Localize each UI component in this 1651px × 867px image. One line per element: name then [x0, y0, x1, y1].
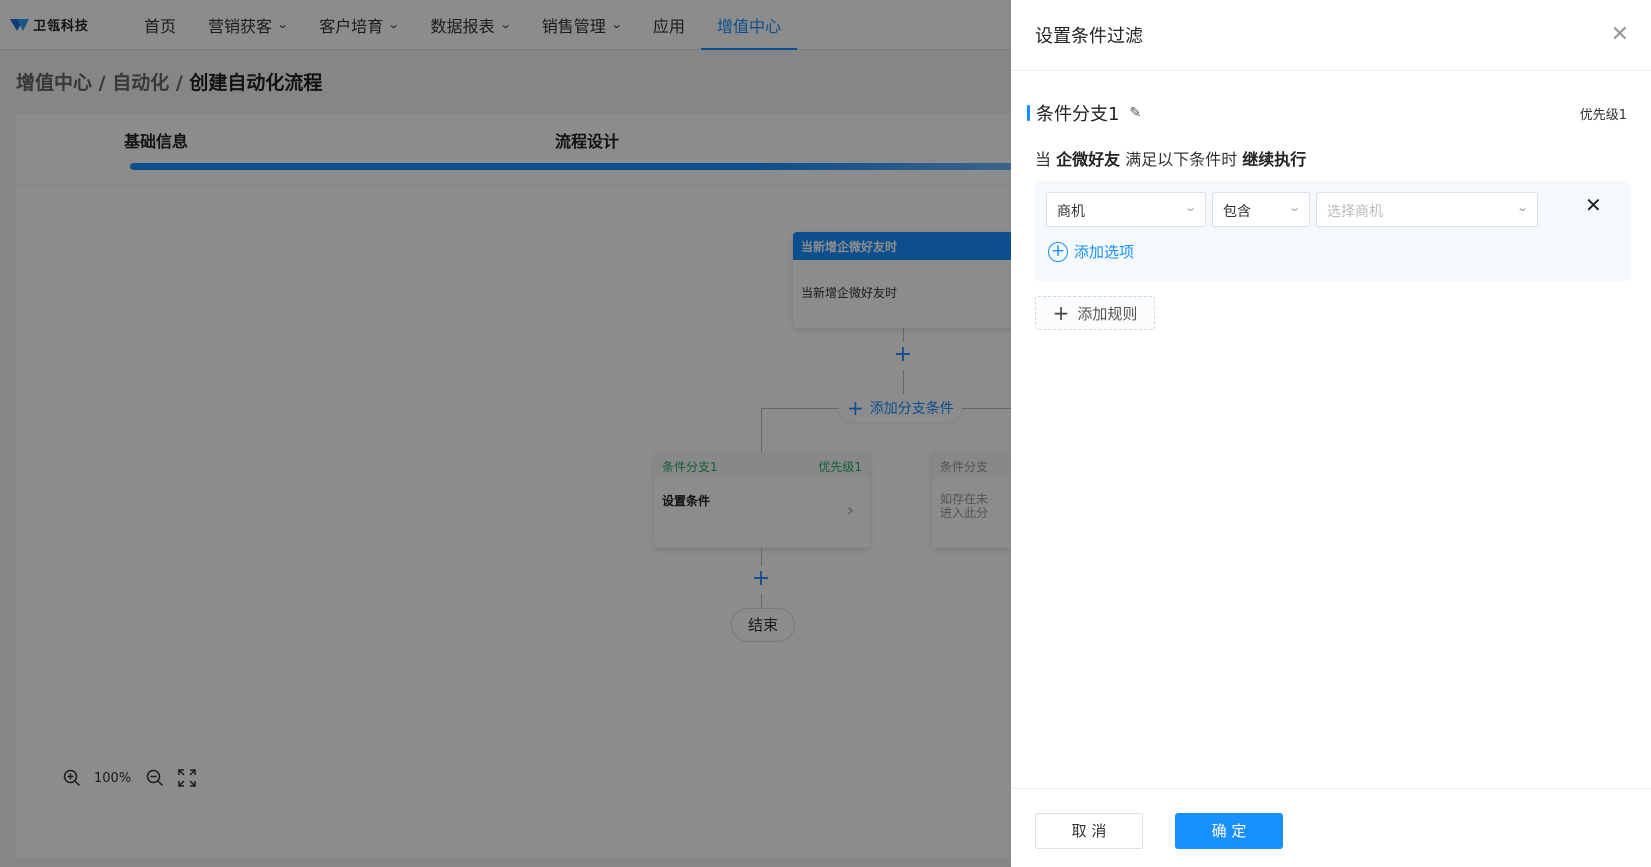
- field-select-value: 商机: [1057, 204, 1085, 220]
- close-icon[interactable]: ✕: [1611, 24, 1629, 46]
- plus-circle-icon: +: [1048, 241, 1068, 262]
- branch-name: 条件分支1: [1036, 104, 1120, 125]
- cancel-button[interactable]: 取 消: [1035, 813, 1143, 849]
- condition-subject: 企微好友: [1056, 150, 1121, 169]
- delete-rule-icon[interactable]: ✕: [1585, 195, 1602, 215]
- drawer-header: 设置条件过滤 ✕: [1011, 0, 1651, 71]
- condition-filter-drawer: 设置条件过滤 ✕ 条件分支1 ✎ 优先级1 当 企微好友 满足以下条件时 继续执…: [1011, 0, 1651, 867]
- field-select[interactable]: 商机 ⌄: [1046, 192, 1206, 227]
- condition-middle: 满足以下条件时: [1120, 150, 1243, 169]
- accent-bar: [1027, 105, 1030, 121]
- drawer-footer: 取 消 确 定: [1011, 788, 1651, 867]
- value-select[interactable]: 选择商机 ⌄: [1316, 192, 1538, 227]
- plus-icon: +: [1052, 301, 1070, 325]
- rule-box: 商机 ⌄ 包含 ⌄ 选择商机 ⌄ ✕ + 添加选项: [1035, 181, 1631, 281]
- add-rule-button[interactable]: + 添加规则: [1035, 296, 1155, 330]
- operator-select-value: 包含: [1223, 204, 1251, 220]
- drawer-title: 设置条件过滤: [1035, 26, 1143, 47]
- chevron-down-icon: ⌄: [1287, 201, 1301, 214]
- branch-priority: 优先级1: [1579, 107, 1627, 123]
- add-option-label: 添加选项: [1074, 243, 1135, 261]
- operator-select[interactable]: 包含 ⌄: [1212, 192, 1310, 227]
- chevron-down-icon: ⌄: [1183, 201, 1197, 214]
- branch-title-row: 条件分支1 ✎ 优先级1: [1027, 100, 1627, 126]
- value-select-placeholder: 选择商机: [1327, 204, 1383, 220]
- condition-action: 继续执行: [1242, 150, 1307, 169]
- edit-icon[interactable]: ✎: [1129, 105, 1141, 121]
- condition-prefix: 当: [1035, 150, 1057, 169]
- add-rule-label: 添加规则: [1077, 304, 1138, 323]
- condition-sentence: 当 企微好友 满足以下条件时 继续执行: [1035, 146, 1306, 170]
- chevron-down-icon: ⌄: [1515, 201, 1529, 214]
- add-option-button[interactable]: + 添加选项: [1048, 241, 1134, 262]
- branch-title: 条件分支1 ✎: [1027, 100, 1141, 126]
- confirm-button[interactable]: 确 定: [1175, 813, 1283, 849]
